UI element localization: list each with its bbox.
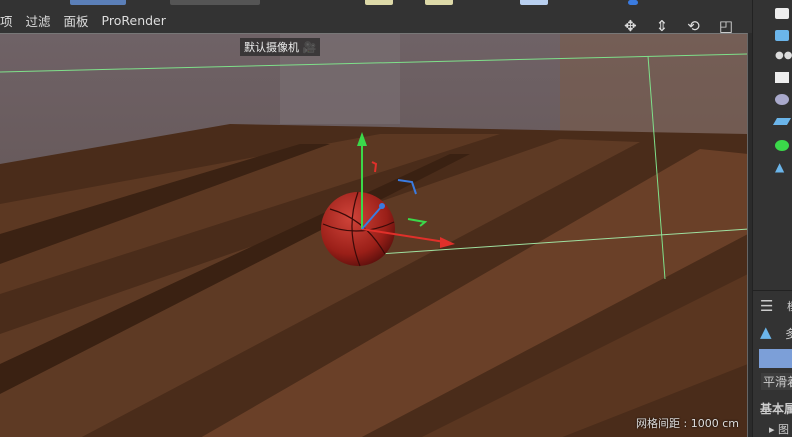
cube-icon[interactable] [775,30,789,41]
scene [0,34,747,437]
toolbar-button[interactable] [425,0,453,5]
right-panel: ●● ▲ ☰ 模 ▲ 多 平滑着 基本属 ▸ 图 [752,0,792,437]
toolbar-button[interactable] [170,0,260,5]
camera-label[interactable]: 默认摄像机 🎥 [240,38,321,56]
object-label: 多 [785,327,792,341]
toolbar-button[interactable] [520,0,548,5]
light-icon[interactable] [775,72,789,83]
menu-panel[interactable]: 面板 [64,11,89,30]
basketball[interactable] [321,192,395,266]
smooth-shading-tab[interactable]: 平滑着 [761,373,792,390]
camera-icon: 🎥 [302,41,317,54]
toolbar [0,0,752,7]
grid-spacing-label: 网格间距 : 1000 cm [636,417,739,430]
polygon-icon[interactable]: ▲ [775,160,789,174]
layer-item[interactable]: ▸ 图 [769,421,789,437]
menu-item[interactable]: 项 [0,11,13,30]
mode-button[interactable] [759,349,792,368]
plane-icon[interactable] [772,118,792,125]
menu-icon[interactable]: ☰ [760,297,773,315]
layer-label: 图 [778,423,790,436]
toolbar-button[interactable] [628,0,638,5]
camera-icon[interactable]: ●● [775,50,792,61]
polygon-object-icon: ▲ [760,323,772,341]
toolbar-button[interactable] [365,0,393,5]
null-icon[interactable] [775,140,789,151]
sphere-icon[interactable] [775,94,789,105]
toolbar-button[interactable] [70,0,126,5]
panel-header: 模 [787,298,792,314]
camera-name: 默认摄像机 [244,41,299,54]
3d-viewport[interactable]: 默认摄像机 🎥 网格间距 : 1000 cm [0,33,748,437]
menu-filter[interactable]: 过滤 [26,11,51,30]
menu-prorender[interactable]: ProRender [102,13,166,28]
object-icon[interactable] [775,8,789,19]
basic-properties-heading: 基本属 [760,402,792,416]
viewport-menubar: 项 过滤 面板 ProRender ✥ ⇕ ⟲ ◰ [0,7,752,35]
